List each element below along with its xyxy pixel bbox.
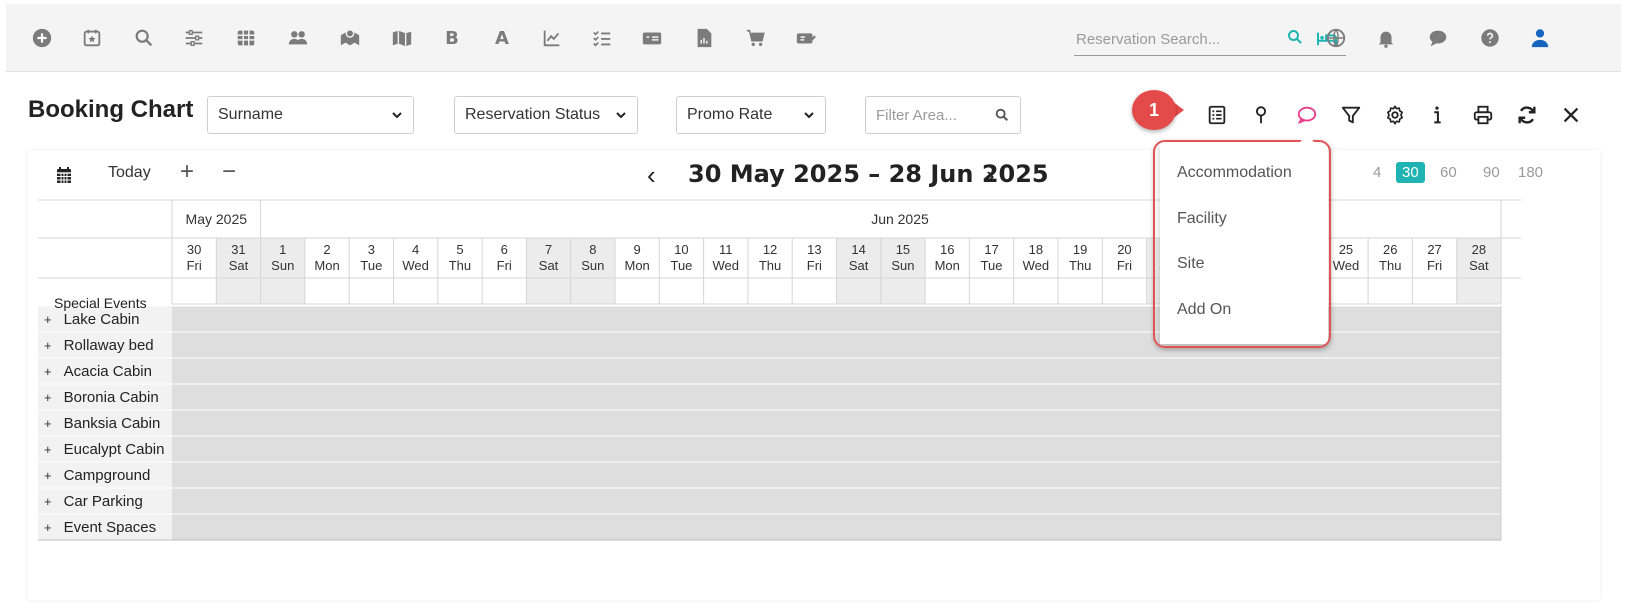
- day-weekday: Thu: [449, 258, 471, 273]
- day-weekday: Tue: [360, 258, 382, 273]
- day-weekday: Mon: [935, 258, 960, 273]
- app-window: B A Reservation Search... Booking Chart …: [0, 0, 1625, 604]
- day-weekday: Fri: [1117, 258, 1132, 273]
- day-weekday: Fri: [497, 258, 512, 273]
- resource-row-label: Acacia Cabin: [63, 362, 152, 380]
- view-type-dropdown: Accommodation Facility Site Add On: [1160, 142, 1328, 344]
- resource-row-label: Campground: [63, 466, 151, 484]
- day-number: 1: [279, 242, 286, 257]
- day-weekday: Thu: [759, 258, 781, 273]
- day-number: 17: [984, 242, 998, 257]
- day-weekday: Wed: [1023, 258, 1050, 273]
- day-number: 25: [1339, 242, 1353, 257]
- expand-plus-icon[interactable]: +: [44, 364, 52, 379]
- day-weekday: Fri: [807, 258, 822, 273]
- day-number: 2: [323, 242, 330, 257]
- expand-plus-icon[interactable]: +: [44, 520, 52, 535]
- day-weekday: Sat: [1469, 258, 1489, 273]
- day-weekday: Fri: [187, 258, 202, 273]
- day-weekday: Tue: [670, 258, 692, 273]
- day-weekday: Sat: [849, 258, 869, 273]
- resource-row-label: Banksia Cabin: [63, 414, 161, 432]
- day-weekday: Thu: [1069, 258, 1091, 273]
- day-number: 5: [456, 242, 463, 257]
- resource-row-label: Boronia Cabin: [63, 388, 159, 406]
- day-number: 26: [1383, 242, 1397, 257]
- resource-row-label: Lake Cabin: [63, 310, 140, 328]
- day-number: 31: [231, 242, 245, 257]
- day-number: 6: [501, 242, 508, 257]
- dropdown-item-facility[interactable]: Facility: [1160, 204, 1328, 234]
- day-number: 11: [719, 242, 733, 257]
- day-weekday: Wed: [402, 258, 429, 273]
- day-number: 8: [589, 242, 596, 257]
- day-weekday: Sun: [271, 258, 294, 273]
- expand-plus-icon[interactable]: +: [44, 390, 52, 405]
- booking-grid: May 2025 Jun 202530Fri31Sat1Sun2Mon3Tue4W…: [38, 199, 1521, 541]
- day-number: 14: [851, 242, 865, 257]
- day-number: 12: [763, 242, 777, 257]
- month-label: Jun 2025: [871, 211, 929, 227]
- resource-row-label: Eucalypt Cabin: [63, 440, 165, 458]
- day-weekday: Wed: [1333, 258, 1360, 273]
- expand-plus-icon[interactable]: +: [44, 338, 52, 353]
- day-number: 10: [674, 242, 688, 257]
- day-number: 19: [1073, 242, 1087, 257]
- day-number: 9: [634, 242, 641, 257]
- resource-row[interactable]: + Lake Cabin: [44, 306, 139, 332]
- expand-plus-icon[interactable]: +: [44, 442, 52, 457]
- resource-row[interactable]: + Banksia Cabin: [44, 410, 160, 436]
- day-weekday: Mon: [314, 258, 339, 273]
- expand-plus-icon[interactable]: +: [44, 468, 52, 483]
- day-weekday: Sat: [229, 258, 249, 273]
- resource-row[interactable]: + Rollaway bed: [44, 332, 154, 358]
- resource-row[interactable]: + Boronia Cabin: [44, 384, 159, 410]
- day-number: 27: [1427, 242, 1441, 257]
- day-number: 16: [940, 242, 954, 257]
- day-weekday: Fri: [1427, 258, 1442, 273]
- resource-row-label: Rollaway bed: [63, 336, 154, 354]
- dropdown-item-accommodation[interactable]: Accommodation: [1160, 158, 1328, 188]
- day-weekday: Sun: [891, 258, 914, 273]
- day-number: 30: [187, 242, 201, 257]
- dropdown-item-site[interactable]: Site: [1160, 249, 1328, 279]
- day-number: 15: [896, 242, 910, 257]
- month-label: May 2025: [186, 211, 248, 227]
- day-number: 13: [807, 242, 821, 257]
- day-number: 4: [412, 242, 419, 257]
- resource-row-label: Car Parking: [63, 492, 143, 510]
- day-number: 7: [545, 242, 552, 257]
- resource-row[interactable]: + Acacia Cabin: [44, 358, 152, 384]
- day-number: 28: [1472, 242, 1486, 257]
- day-weekday: Wed: [713, 258, 740, 273]
- resource-row[interactable]: + Eucalypt Cabin: [44, 436, 165, 462]
- day-weekday: Thu: [1379, 258, 1401, 273]
- expand-plus-icon[interactable]: +: [44, 494, 52, 509]
- expand-plus-icon[interactable]: +: [44, 416, 52, 431]
- day-weekday: Tue: [981, 258, 1003, 273]
- dropdown-caret: [1298, 135, 1316, 144]
- day-weekday: Mon: [625, 258, 650, 273]
- dropdown-item-add-on[interactable]: Add On: [1160, 295, 1328, 325]
- day-number: 20: [1117, 242, 1131, 257]
- resource-row[interactable]: + Event Spaces: [44, 514, 156, 540]
- day-weekday: Sat: [539, 258, 559, 273]
- resource-row-label: Event Spaces: [63, 518, 157, 536]
- day-weekday: Sun: [581, 258, 604, 273]
- expand-plus-icon[interactable]: +: [44, 312, 52, 327]
- day-number: 18: [1029, 242, 1043, 257]
- resource-row[interactable]: + Car Parking: [44, 488, 143, 514]
- resource-row[interactable]: + Campground: [44, 462, 150, 488]
- day-number: 3: [368, 242, 375, 257]
